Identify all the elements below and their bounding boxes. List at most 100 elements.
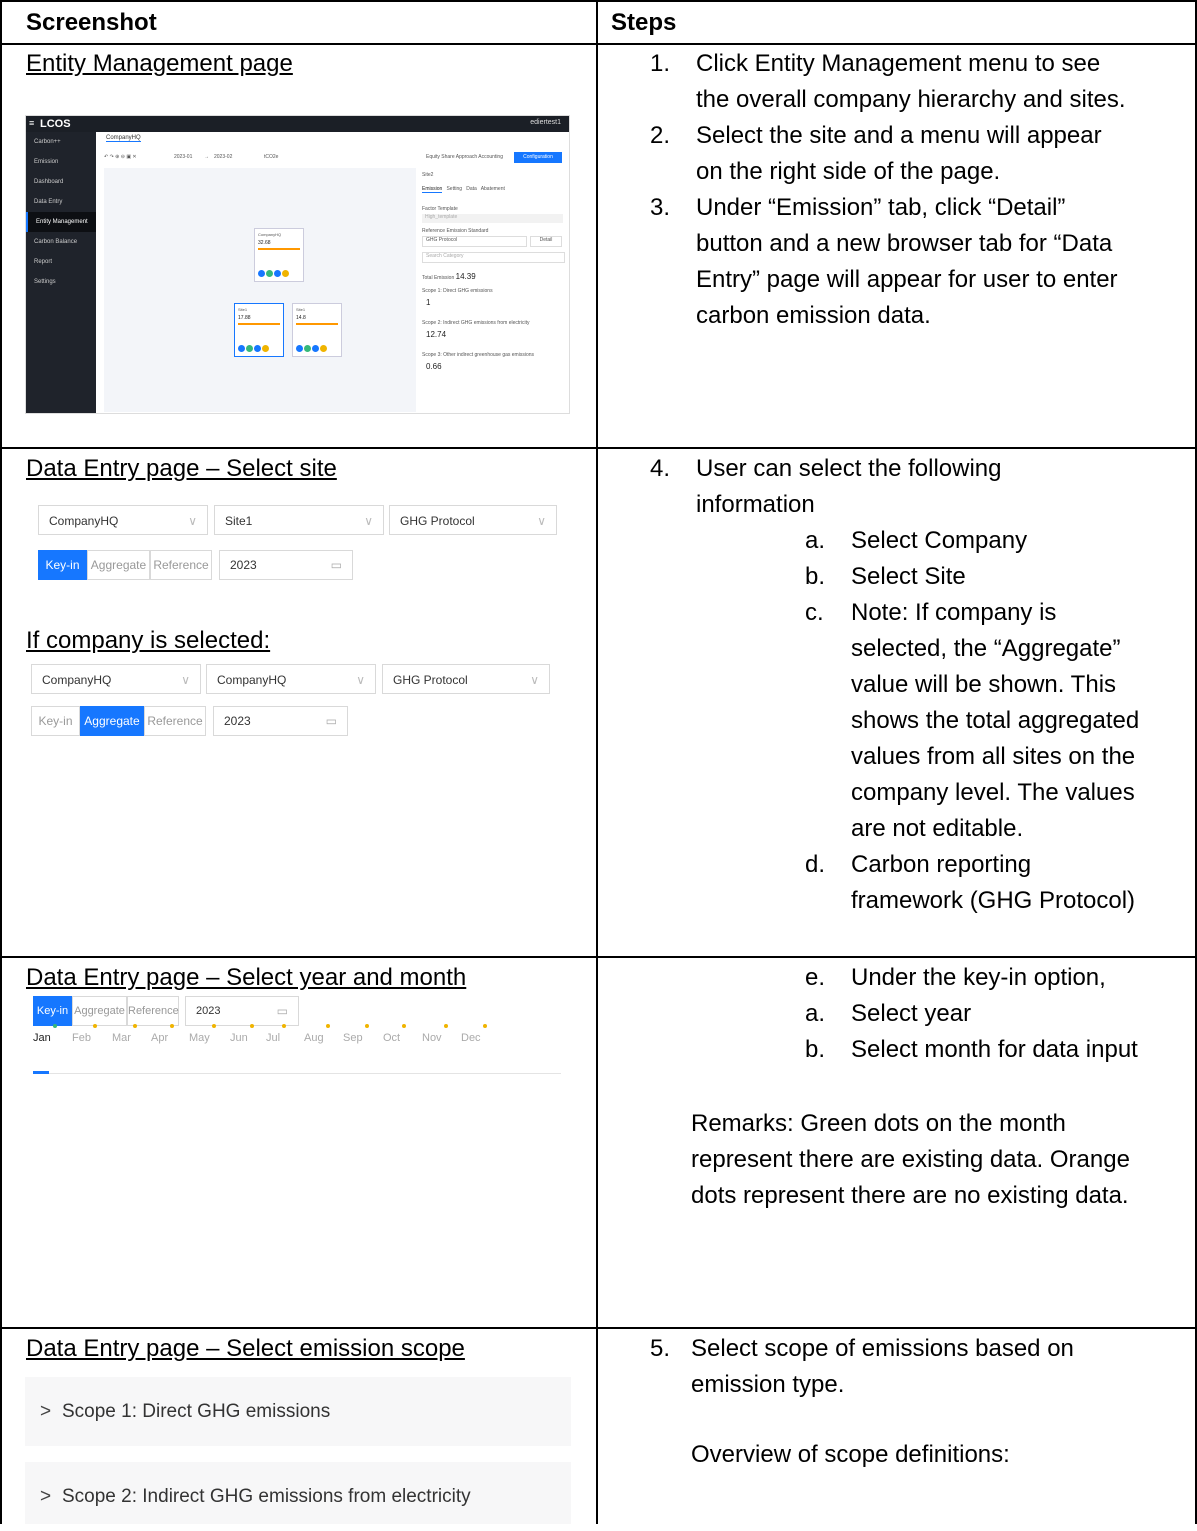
sub-text: selected, the “Aggregate” [851, 635, 1121, 662]
panel-tab-data: Data [466, 186, 477, 192]
company-value: CompanyHQ [49, 514, 119, 528]
step-number: 3. [650, 194, 671, 221]
scope1-value: 1 [426, 298, 431, 307]
sub-letter: b. [805, 563, 826, 590]
month-tab-nov: Nov [422, 1024, 448, 1044]
table-row-divider [0, 447, 1197, 449]
sidebar-item-emission: Emission [34, 159, 59, 165]
scope-1-label: Scope 1: Direct GHG emissions [62, 1401, 331, 1422]
chevron-down-icon: ∨ [188, 514, 197, 528]
month-tab-sep: Sep [343, 1024, 369, 1044]
active-month-indicator [33, 1071, 49, 1074]
configuration-button: Configuration [514, 152, 562, 163]
app-toolbar: ↶ ↷ ⊕ ⊖ ▣ ✕ 2023-01 → 2023-02 tCO2e Equi… [104, 152, 564, 164]
month-tab-oct: Oct [383, 1024, 407, 1044]
sub-text: company level. The values [851, 779, 1135, 806]
segment-reference: Reference [150, 550, 212, 580]
step-number: 5. [650, 1335, 671, 1362]
year-picker: 2023 ▭ [185, 996, 299, 1026]
company-select: CompanyHQ ∨ [31, 664, 201, 694]
sub-text: Select month for data input [851, 1036, 1138, 1063]
step-text: emission type. [691, 1371, 845, 1398]
sub-letter: a. [805, 527, 826, 554]
node-site1: Site1 17.88 [234, 303, 284, 357]
table-border-top [0, 0, 1197, 2]
company-value: CompanyHQ [42, 673, 112, 687]
row-title-select-scope: Data Entry page – Select emission scope [26, 1335, 465, 1362]
node-label: Site1 [238, 307, 248, 312]
app-topbar: ≡ LCOS ediertest1 [26, 116, 569, 132]
segment-key-in: Key-in [38, 550, 87, 580]
sidebar-item-carbon: Carbon++ [34, 139, 61, 145]
sub-text: Carbon reporting [851, 851, 1032, 878]
sidebar-item-dashboard: Dashboard [34, 179, 64, 185]
sub-text: values from all sites on the [851, 743, 1136, 770]
sidebar-item-report: Report [34, 259, 53, 265]
node-companyhq: CompanyHQ 32.68 [254, 228, 304, 282]
step-text: Click Entity Management menu to see [696, 50, 1101, 77]
sub-text: are not editable. [851, 815, 1024, 842]
month-tab-jul: Jul [266, 1024, 287, 1044]
panel-site: Site2 [422, 172, 434, 178]
sidebar-item-data-entry: Data Entry [34, 199, 63, 205]
toolbar-icons: ↶ ↷ ⊕ ⊖ ▣ ✕ [104, 154, 137, 160]
remarks-text: dots represent there are no existing dat… [691, 1182, 1129, 1209]
menu-icon: ≡ [29, 118, 35, 128]
ref-select: GHG Protocol [422, 236, 527, 247]
scope2-value: 12.74 [426, 330, 447, 339]
chevron-down-icon: ∨ [530, 673, 539, 687]
remarks-text: Remarks: Green dots on the month [691, 1110, 1066, 1137]
app-sidebar: Carbon++ Emission Dashboard Data Entry E… [26, 132, 96, 413]
tab-companyhq: CompanyHQ [106, 135, 141, 142]
sub-text: Note: If company is [851, 599, 1057, 626]
step-number: 4. [650, 455, 671, 482]
site-select: CompanyHQ ∨ [206, 664, 376, 694]
segment-aggregate: Aggregate [80, 706, 144, 736]
framework-value: GHG Protocol [400, 514, 475, 528]
segment-aggregate: Aggregate [87, 550, 150, 580]
table-column-divider [596, 0, 598, 1524]
scope3-label: Scope 3: Other indirect greenhouse gas e… [422, 352, 535, 358]
remarks-text: represent there are existing data. Orang… [691, 1146, 1130, 1173]
table-border-left [0, 0, 2, 1524]
sub-letter: a. [805, 1000, 826, 1027]
chevron-down-icon: ∨ [356, 673, 365, 687]
row-title-select-site: Data Entry page – Select site [26, 455, 337, 482]
calendar-icon: ▭ [276, 1004, 288, 1018]
framework-value: GHG Protocol [393, 673, 468, 687]
site-value: CompanyHQ [217, 673, 287, 687]
segment-key-in: Key-in [31, 706, 80, 736]
sub-text: framework (GHG Protocol) [851, 887, 1136, 914]
node-label: Site1 [296, 307, 306, 312]
sub-text: Select year [851, 1000, 972, 1027]
node-site2: Site1 14.8 [292, 303, 342, 357]
site-value: Site1 [225, 514, 253, 528]
app-logo: LCOS [40, 118, 71, 130]
total-label: Total Emission [422, 275, 455, 281]
segment-reference: Reference [127, 996, 179, 1026]
site-select: Site1 ∨ [214, 505, 384, 535]
sidebar-item-carbon-balance: Carbon Balance [34, 239, 78, 245]
if-company-selected-label: If company is selected: [26, 627, 271, 654]
month-tab-jun: Jun [230, 1024, 254, 1044]
step-text: Entry” page will appear for user to ente… [696, 266, 1118, 293]
month-tabs-underline [33, 1073, 561, 1074]
step-text: User can select the following [696, 455, 1002, 482]
factor-select: High_template [422, 214, 563, 223]
step-text: carbon emission data. [696, 302, 931, 329]
node-value: 32.68 [258, 240, 271, 246]
row-title-select-year-month: Data Entry page – Select year and month [26, 964, 467, 991]
company-select: CompanyHQ ∨ [38, 505, 208, 535]
month-tab-dec: Dec [461, 1024, 487, 1044]
segment-aggregate: Aggregate [72, 996, 127, 1026]
overview-text: Overview of scope definitions: [691, 1441, 1010, 1468]
unit-select: tCO2e [264, 154, 279, 160]
step-text: information [696, 491, 815, 518]
header-screenshot: Screenshot [26, 9, 157, 36]
month-tab-aug: Aug [304, 1024, 330, 1044]
step-text: button and a new browser tab for “Data [696, 230, 1113, 257]
sub-letter: b. [805, 1036, 826, 1063]
node-label: CompanyHQ [258, 232, 282, 237]
approach-select: Equity Share Approach Accounting [426, 154, 503, 160]
hierarchy-canvas: CompanyHQ 32.68 Site1 17.88 Site1 14.8 [104, 168, 416, 412]
